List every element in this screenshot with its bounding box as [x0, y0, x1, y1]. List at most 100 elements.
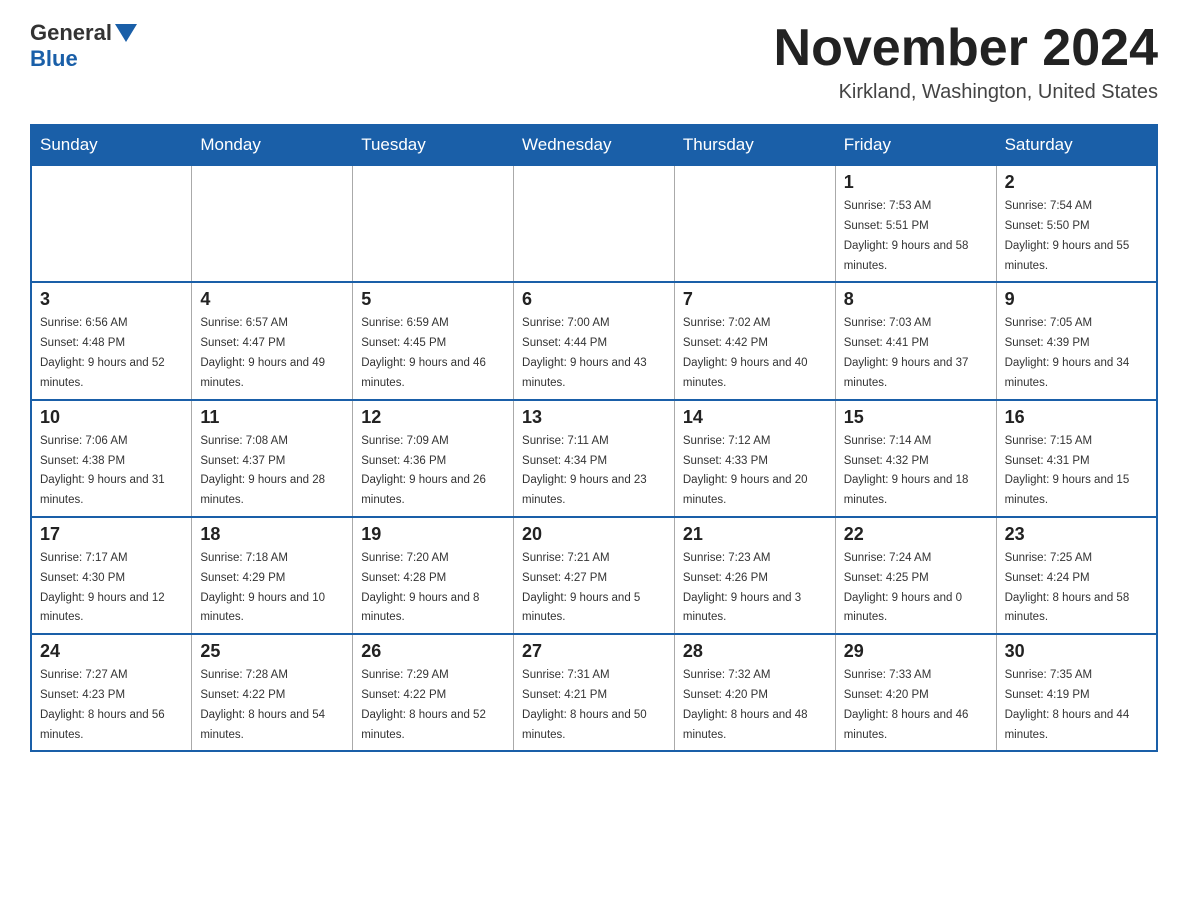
cell-info: Sunrise: 7:31 AMSunset: 4:21 PMDaylight:…	[522, 669, 647, 740]
cell-day-number: 26	[361, 641, 505, 662]
calendar-cell: 20 Sunrise: 7:21 AMSunset: 4:27 PMDaylig…	[514, 517, 675, 634]
calendar-cell: 11 Sunrise: 7:08 AMSunset: 4:37 PMDaylig…	[192, 400, 353, 517]
cell-info: Sunrise: 7:32 AMSunset: 4:20 PMDaylight:…	[683, 669, 808, 740]
cell-day-number: 10	[40, 407, 183, 428]
cell-info: Sunrise: 7:17 AMSunset: 4:30 PMDaylight:…	[40, 552, 165, 623]
calendar-cell: 29 Sunrise: 7:33 AMSunset: 4:20 PMDaylig…	[835, 634, 996, 751]
cell-info: Sunrise: 7:06 AMSunset: 4:38 PMDaylight:…	[40, 435, 165, 506]
cell-day-number: 6	[522, 289, 666, 310]
cell-day-number: 17	[40, 524, 183, 545]
cell-info: Sunrise: 7:27 AMSunset: 4:23 PMDaylight:…	[40, 669, 165, 740]
calendar-cell	[514, 166, 675, 283]
calendar-subtitle: Kirkland, Washington, United States	[774, 81, 1158, 104]
calendar-cell: 30 Sunrise: 7:35 AMSunset: 4:19 PMDaylig…	[996, 634, 1157, 751]
calendar-week-row: 10 Sunrise: 7:06 AMSunset: 4:38 PMDaylig…	[31, 400, 1157, 517]
cell-day-number: 3	[40, 289, 183, 310]
calendar-week-row: 3 Sunrise: 6:56 AMSunset: 4:48 PMDayligh…	[31, 282, 1157, 399]
calendar-cell: 14 Sunrise: 7:12 AMSunset: 4:33 PMDaylig…	[674, 400, 835, 517]
calendar-cell	[674, 166, 835, 283]
cell-info: Sunrise: 7:23 AMSunset: 4:26 PMDaylight:…	[683, 552, 801, 623]
calendar-cell: 17 Sunrise: 7:17 AMSunset: 4:30 PMDaylig…	[31, 517, 192, 634]
calendar-cell: 25 Sunrise: 7:28 AMSunset: 4:22 PMDaylig…	[192, 634, 353, 751]
cell-info: Sunrise: 7:53 AMSunset: 5:51 PMDaylight:…	[844, 200, 969, 271]
calendar-cell: 1 Sunrise: 7:53 AMSunset: 5:51 PMDayligh…	[835, 166, 996, 283]
cell-day-number: 25	[200, 641, 344, 662]
cell-info: Sunrise: 7:24 AMSunset: 4:25 PMDaylight:…	[844, 552, 962, 623]
cell-info: Sunrise: 7:20 AMSunset: 4:28 PMDaylight:…	[361, 552, 479, 623]
cell-info: Sunrise: 7:35 AMSunset: 4:19 PMDaylight:…	[1005, 669, 1130, 740]
day-header-thursday: Thursday	[674, 125, 835, 166]
calendar-cell: 26 Sunrise: 7:29 AMSunset: 4:22 PMDaylig…	[353, 634, 514, 751]
calendar-cell: 9 Sunrise: 7:05 AMSunset: 4:39 PMDayligh…	[996, 282, 1157, 399]
calendar-cell: 27 Sunrise: 7:31 AMSunset: 4:21 PMDaylig…	[514, 634, 675, 751]
cell-info: Sunrise: 7:25 AMSunset: 4:24 PMDaylight:…	[1005, 552, 1130, 623]
day-header-saturday: Saturday	[996, 125, 1157, 166]
cell-day-number: 2	[1005, 172, 1148, 193]
calendar-cell: 15 Sunrise: 7:14 AMSunset: 4:32 PMDaylig…	[835, 400, 996, 517]
cell-info: Sunrise: 7:12 AMSunset: 4:33 PMDaylight:…	[683, 435, 808, 506]
cell-info: Sunrise: 7:15 AMSunset: 4:31 PMDaylight:…	[1005, 435, 1130, 506]
cell-day-number: 13	[522, 407, 666, 428]
calendar-cell: 21 Sunrise: 7:23 AMSunset: 4:26 PMDaylig…	[674, 517, 835, 634]
cell-info: Sunrise: 7:28 AMSunset: 4:22 PMDaylight:…	[200, 669, 325, 740]
calendar-cell: 24 Sunrise: 7:27 AMSunset: 4:23 PMDaylig…	[31, 634, 192, 751]
cell-day-number: 23	[1005, 524, 1148, 545]
logo: General Blue	[30, 20, 137, 71]
cell-day-number: 22	[844, 524, 988, 545]
day-header-tuesday: Tuesday	[353, 125, 514, 166]
cell-info: Sunrise: 6:56 AMSunset: 4:48 PMDaylight:…	[40, 317, 165, 388]
calendar-cell: 5 Sunrise: 6:59 AMSunset: 4:45 PMDayligh…	[353, 282, 514, 399]
calendar-cell: 28 Sunrise: 7:32 AMSunset: 4:20 PMDaylig…	[674, 634, 835, 751]
logo-blue-text: Blue	[30, 46, 78, 71]
cell-info: Sunrise: 7:05 AMSunset: 4:39 PMDaylight:…	[1005, 317, 1130, 388]
cell-info: Sunrise: 7:33 AMSunset: 4:20 PMDaylight:…	[844, 669, 969, 740]
cell-day-number: 16	[1005, 407, 1148, 428]
cell-info: Sunrise: 7:18 AMSunset: 4:29 PMDaylight:…	[200, 552, 325, 623]
cell-day-number: 15	[844, 407, 988, 428]
calendar-cell: 10 Sunrise: 7:06 AMSunset: 4:38 PMDaylig…	[31, 400, 192, 517]
cell-day-number: 24	[40, 641, 183, 662]
cell-info: Sunrise: 7:14 AMSunset: 4:32 PMDaylight:…	[844, 435, 969, 506]
cell-day-number: 7	[683, 289, 827, 310]
calendar-cell	[192, 166, 353, 283]
cell-info: Sunrise: 7:29 AMSunset: 4:22 PMDaylight:…	[361, 669, 486, 740]
cell-day-number: 28	[683, 641, 827, 662]
cell-info: Sunrise: 7:08 AMSunset: 4:37 PMDaylight:…	[200, 435, 325, 506]
cell-info: Sunrise: 7:21 AMSunset: 4:27 PMDaylight:…	[522, 552, 640, 623]
day-header-monday: Monday	[192, 125, 353, 166]
day-header-friday: Friday	[835, 125, 996, 166]
calendar-week-row: 1 Sunrise: 7:53 AMSunset: 5:51 PMDayligh…	[31, 166, 1157, 283]
calendar-cell: 19 Sunrise: 7:20 AMSunset: 4:28 PMDaylig…	[353, 517, 514, 634]
cell-info: Sunrise: 7:00 AMSunset: 4:44 PMDaylight:…	[522, 317, 647, 388]
cell-day-number: 19	[361, 524, 505, 545]
calendar-cell: 3 Sunrise: 6:56 AMSunset: 4:48 PMDayligh…	[31, 282, 192, 399]
calendar-cell: 8 Sunrise: 7:03 AMSunset: 4:41 PMDayligh…	[835, 282, 996, 399]
cell-day-number: 11	[200, 407, 344, 428]
calendar-cell: 13 Sunrise: 7:11 AMSunset: 4:34 PMDaylig…	[514, 400, 675, 517]
cell-day-number: 9	[1005, 289, 1148, 310]
cell-info: Sunrise: 7:03 AMSunset: 4:41 PMDaylight:…	[844, 317, 969, 388]
cell-info: Sunrise: 7:11 AMSunset: 4:34 PMDaylight:…	[522, 435, 647, 506]
calendar-cell: 22 Sunrise: 7:24 AMSunset: 4:25 PMDaylig…	[835, 517, 996, 634]
cell-day-number: 5	[361, 289, 505, 310]
calendar-cell	[353, 166, 514, 283]
calendar-week-row: 17 Sunrise: 7:17 AMSunset: 4:30 PMDaylig…	[31, 517, 1157, 634]
calendar-cell: 18 Sunrise: 7:18 AMSunset: 4:29 PMDaylig…	[192, 517, 353, 634]
calendar-header-row: SundayMondayTuesdayWednesdayThursdayFrid…	[31, 125, 1157, 166]
title-block: November 2024 Kirkland, Washington, Unit…	[774, 20, 1158, 104]
cell-day-number: 12	[361, 407, 505, 428]
calendar-title: November 2024	[774, 20, 1158, 77]
calendar-cell	[31, 166, 192, 283]
cell-info: Sunrise: 7:54 AMSunset: 5:50 PMDaylight:…	[1005, 200, 1130, 271]
cell-day-number: 4	[200, 289, 344, 310]
calendar-cell: 6 Sunrise: 7:00 AMSunset: 4:44 PMDayligh…	[514, 282, 675, 399]
cell-info: Sunrise: 7:09 AMSunset: 4:36 PMDaylight:…	[361, 435, 486, 506]
cell-day-number: 29	[844, 641, 988, 662]
calendar-cell: 16 Sunrise: 7:15 AMSunset: 4:31 PMDaylig…	[996, 400, 1157, 517]
cell-day-number: 21	[683, 524, 827, 545]
cell-day-number: 8	[844, 289, 988, 310]
cell-day-number: 30	[1005, 641, 1148, 662]
day-header-sunday: Sunday	[31, 125, 192, 166]
calendar-cell: 23 Sunrise: 7:25 AMSunset: 4:24 PMDaylig…	[996, 517, 1157, 634]
day-header-wednesday: Wednesday	[514, 125, 675, 166]
